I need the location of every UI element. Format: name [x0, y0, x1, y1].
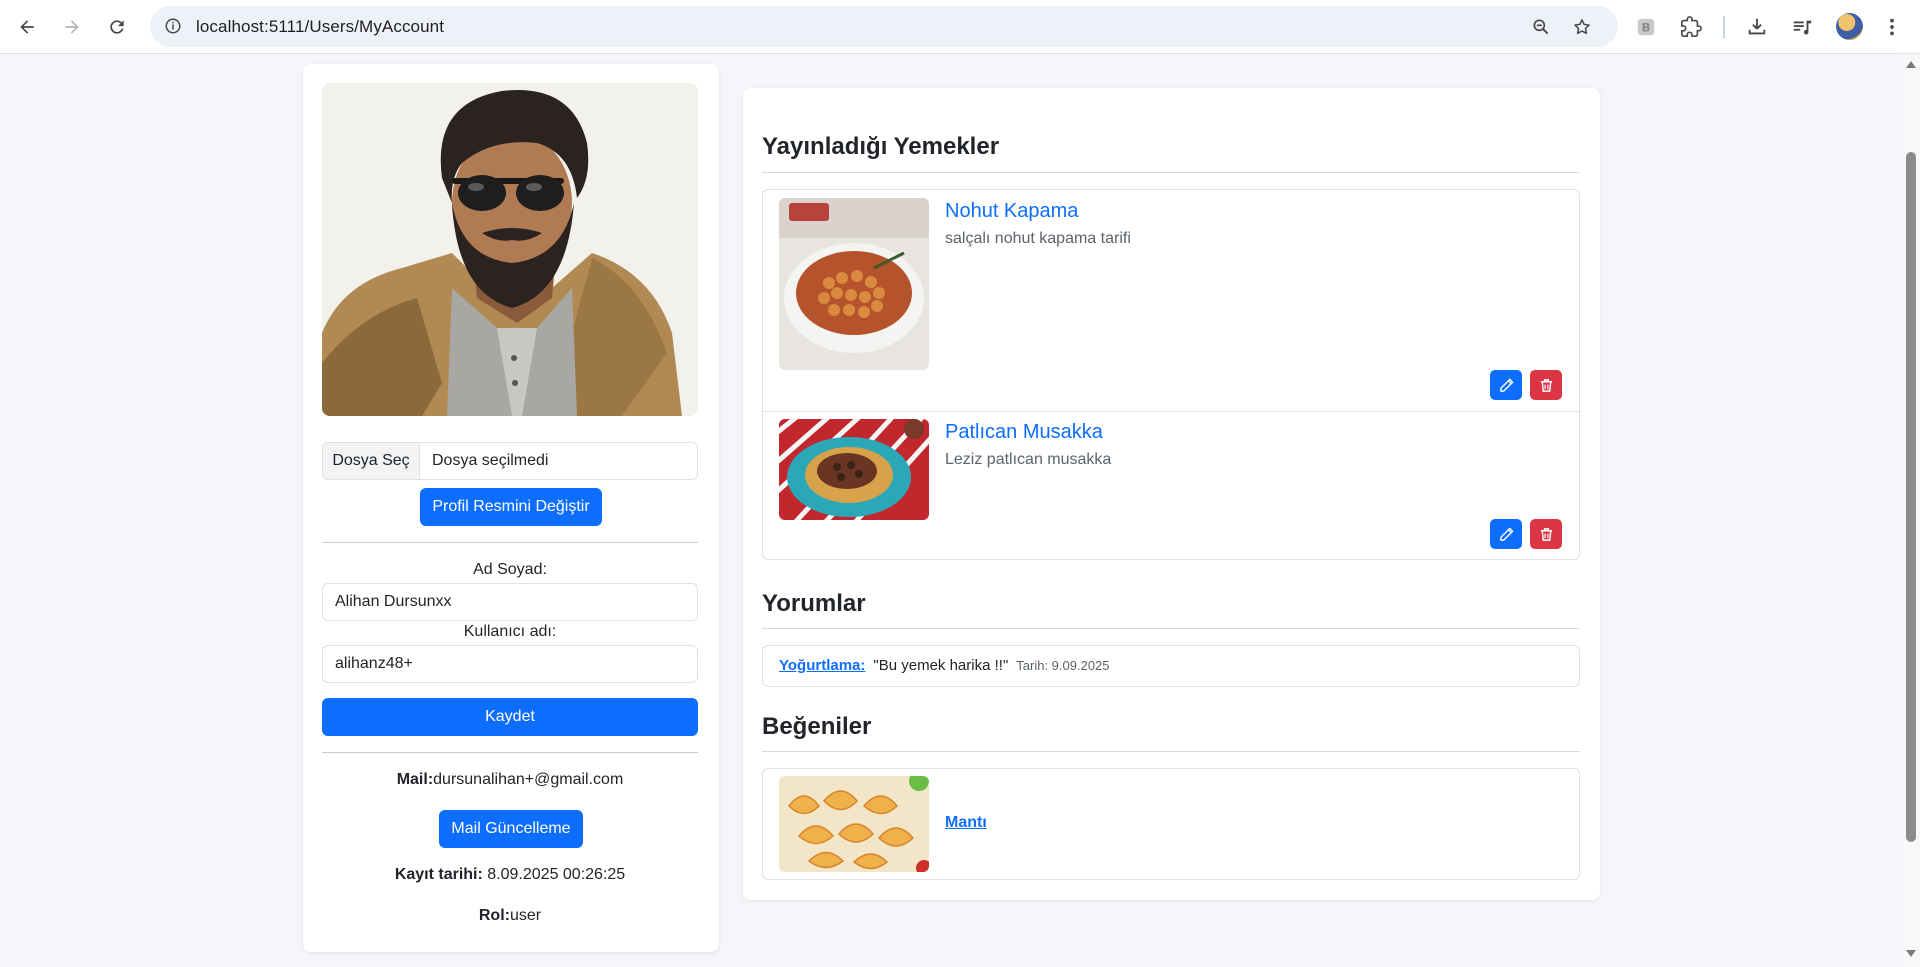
comments-section-title: Yorumlar [762, 590, 866, 617]
recipe-item: Nohut Kapama salçalı nohut kapama tarifi [763, 190, 1579, 411]
file-status-text: Dosya seçilmedi [432, 452, 549, 469]
mail-value: dursunalihan+@gmail.com [433, 771, 624, 788]
svg-text:B: B [1641, 21, 1650, 35]
delete-recipe-button[interactable] [1530, 370, 1562, 400]
save-button[interactable]: Kaydet [322, 698, 698, 736]
role-label: Rol: [478, 907, 510, 924]
change-profile-photo-button[interactable]: Profil Resmini Değiştir [420, 488, 602, 526]
section-divider [762, 172, 1580, 173]
recipe-image-manti [779, 776, 929, 872]
pencil-icon [1499, 527, 1513, 541]
choose-file-button[interactable]: Dosya Seç [323, 443, 420, 479]
profile-illustration [322, 83, 698, 416]
recipe-title-link[interactable]: Nohut Kapama [945, 200, 1078, 223]
file-input[interactable]: Dosya Seç Dosya seçilmedi [322, 442, 698, 480]
scrollbar-thumb[interactable] [1906, 152, 1916, 842]
recipe-image-musakka [779, 419, 929, 520]
extension-b-icon[interactable]: B [1633, 14, 1659, 40]
address-bar[interactable]: localhost:5111/Users/MyAccount [150, 6, 1618, 47]
comment-text: "Bu yemek harika !!" [873, 657, 1009, 674]
download-icon[interactable] [1744, 14, 1770, 40]
media-queue-icon[interactable] [1789, 14, 1815, 40]
comment-item: Yoğurtlama: "Bu yemek harika !!" Tarih: … [779, 657, 1110, 674]
page-scrollbar[interactable] [1902, 55, 1920, 967]
recipe-image[interactable] [779, 419, 929, 520]
reload-icon [110, 20, 124, 34]
comment-date: Tarih: 9.09.2025 [1016, 658, 1110, 673]
zoom-icon[interactable] [1530, 16, 1552, 38]
browser-profile-avatar[interactable] [1836, 13, 1863, 40]
role-value: user [509, 907, 542, 924]
recipe-item: Patlıcan Musakka Leziz patlıcan musakka [763, 412, 1579, 560]
profile-card: Dosya Seç Dosya seçilmedi Profil Resmini… [303, 64, 719, 952]
bookmark-star-icon[interactable] [1571, 16, 1593, 38]
toolbar-separator [1723, 16, 1725, 38]
page-content: Dosya Seç Dosya seçilmedi Profil Resmini… [0, 55, 1902, 967]
registration-info: Kayıt tarihi: 8.09.2025 00:26:25 [322, 866, 698, 884]
comment-recipe-link[interactable]: Yoğurtlama: [779, 657, 865, 674]
recipe-title-link[interactable]: Patlıcan Musakka [945, 421, 1103, 444]
delete-recipe-button[interactable] [1530, 519, 1562, 549]
profile-photo [322, 83, 698, 416]
comments-list: Yoğurtlama: "Bu yemek harika !!" Tarih: … [762, 645, 1580, 687]
mail-label: Mail: [396, 771, 434, 788]
fullname-label: Ad Soyad: [473, 561, 547, 578]
liked-recipe-image[interactable] [779, 776, 929, 872]
browser-toolbar: localhost:5111/Users/MyAccount B [0, 0, 1920, 54]
forward-button[interactable] [55, 10, 89, 44]
trash-icon [1540, 378, 1552, 392]
extensions-puzzle-icon[interactable] [1678, 14, 1704, 40]
recipe-image-nohut [779, 198, 929, 370]
scroll-down-icon[interactable] [1906, 950, 1916, 957]
site-info-icon[interactable] [162, 15, 184, 37]
back-button[interactable] [10, 10, 44, 44]
trash-icon [1540, 527, 1552, 541]
divider [322, 542, 698, 543]
section-divider [762, 751, 1580, 752]
edit-recipe-button[interactable] [1490, 519, 1522, 549]
edit-recipe-button[interactable] [1490, 370, 1522, 400]
scroll-up-icon[interactable] [1906, 61, 1916, 68]
url-text[interactable]: localhost:5111/Users/MyAccount [196, 17, 444, 37]
recipes-section-title: Yayınladığı Yemekler [762, 133, 1000, 160]
mail-info: Mail:dursunalihan+@gmail.com [322, 771, 698, 789]
pencil-icon [1499, 378, 1513, 392]
recipe-image[interactable] [779, 198, 929, 370]
divider [322, 752, 698, 753]
fullname-input[interactable]: Alihan Dursunxx [322, 583, 698, 621]
recipes-list: Nohut Kapama salçalı nohut kapama tarifi [762, 189, 1580, 560]
arrow-right-icon [65, 20, 79, 34]
role-info: Rol:user [322, 907, 698, 925]
arrow-left-icon [20, 20, 34, 34]
likes-section-title: Beğeniler [762, 713, 872, 740]
liked-recipe-link[interactable]: Mantı [945, 814, 987, 832]
registration-label: Kayıt tarihi: [394, 866, 483, 883]
username-input[interactable]: alihanz48+ [322, 645, 698, 683]
username-label: Kullanıcı adı: [463, 623, 557, 640]
recipe-description: Leziz patlıcan musakka [945, 451, 1112, 468]
likes-list: Mantı [762, 768, 1580, 880]
browser-menu-icon[interactable] [1879, 14, 1905, 40]
registration-value: 8.09.2025 00:26:25 [487, 866, 626, 883]
content-card: Yayınladığı Yemekler Nohut Kapama salçal… [743, 88, 1600, 900]
section-divider [762, 628, 1580, 629]
mail-update-button[interactable]: Mail Güncelleme [439, 810, 583, 848]
reload-button[interactable] [100, 10, 134, 44]
recipe-description: salçalı nohut kapama tarifi [945, 230, 1131, 247]
